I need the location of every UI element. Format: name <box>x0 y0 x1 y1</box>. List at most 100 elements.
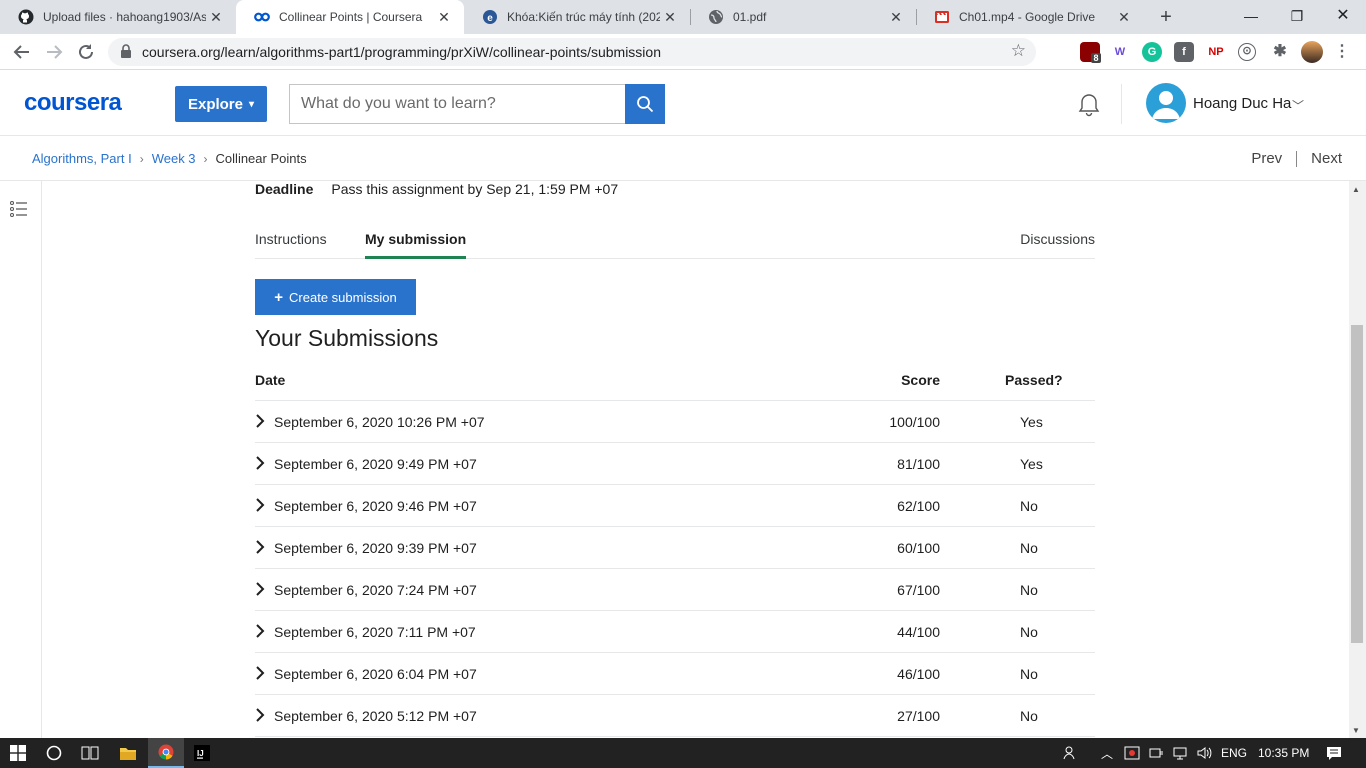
scroll-up-arrow-icon[interactable]: ▲ <box>1352 185 1360 194</box>
browser-tab-khoa[interactable]: e Khóa:Kiến trúc máy tính (2021( ✕ <box>464 0 690 34</box>
table-row[interactable]: September 6, 2020 9:39 PM +07 60/100 No <box>255 527 1095 569</box>
puzzle-extensions-icon[interactable]: ✱ <box>1270 42 1290 62</box>
notifications-bell-icon[interactable] <box>1076 92 1102 118</box>
github-icon <box>18 9 34 25</box>
chevron-right-icon[interactable] <box>255 414 265 428</box>
file-explorer-icon[interactable] <box>110 738 146 768</box>
avatar[interactable] <box>1146 83 1186 123</box>
browser-tab-pdf[interactable]: 01.pdf ✕ <box>690 0 916 34</box>
pin-extension-icon[interactable]: ⊙ <box>1238 43 1256 61</box>
reload-icon[interactable] <box>74 40 98 64</box>
tab-title: Ch01.mp4 - Google Drive <box>959 10 1096 24</box>
table-row[interactable]: September 6, 2020 7:24 PM +07 67/100 No <box>255 569 1095 611</box>
chevron-right-icon[interactable] <box>255 582 265 596</box>
submission-date: September 6, 2020 7:11 PM +07 <box>274 624 476 640</box>
forward-arrow-icon[interactable] <box>42 40 66 64</box>
submission-passed: No <box>1020 540 1038 556</box>
next-link[interactable]: Next <box>1311 150 1342 167</box>
network-icon[interactable] <box>1169 738 1191 768</box>
close-icon[interactable]: ✕ <box>1114 9 1134 26</box>
close-icon[interactable]: ✕ <box>886 9 906 26</box>
breadcrumb-course[interactable]: Algorithms, Part I <box>32 151 132 166</box>
scrollbar-thumb[interactable] <box>1351 325 1363 643</box>
address-bar[interactable]: coursera.org/learn/algorithms-part1/prog… <box>108 38 1036 66</box>
browser-tab-drive[interactable]: Ch01.mp4 - Google Drive ✕ <box>916 0 1144 34</box>
scroll-down-arrow-icon[interactable]: ▼ <box>1352 726 1360 735</box>
breadcrumb-week[interactable]: Week 3 <box>152 151 196 166</box>
browser-tab-strip: Upload files · hahoang1903/As ✕ Collinea… <box>0 0 1366 34</box>
antivirus-tray-icon[interactable] <box>1121 738 1143 768</box>
restore-icon[interactable]: ❐ <box>1274 0 1320 34</box>
table-row[interactable]: September 6, 2020 7:11 PM +07 44/100 No <box>255 611 1095 653</box>
chevron-right-icon[interactable] <box>255 666 265 680</box>
submission-date: September 6, 2020 7:24 PM +07 <box>274 582 477 598</box>
new-tab-button[interactable]: + <box>1155 6 1177 28</box>
clock[interactable]: 10:35 PM <box>1258 746 1309 760</box>
chevron-right-icon[interactable] <box>255 498 265 512</box>
search-input[interactable]: What do you want to learn? <box>289 84 625 124</box>
power-plug-icon[interactable] <box>1145 738 1167 768</box>
explore-button[interactable]: Explore ▾ <box>175 86 267 122</box>
volume-icon[interactable] <box>1193 738 1215 768</box>
search-button[interactable] <box>625 84 665 124</box>
minimize-icon[interactable]: — <box>1228 0 1274 34</box>
table-row[interactable]: September 6, 2020 5:12 PM +07 27/100 No <box>255 695 1095 737</box>
chrome-taskbar-icon[interactable] <box>148 738 184 768</box>
menu-kebab-icon[interactable]: ⋮ <box>1332 42 1352 62</box>
chevron-down-icon[interactable]: ﹀ <box>1292 97 1304 114</box>
globe-icon <box>708 9 724 25</box>
column-date: Date <box>255 372 286 388</box>
breadcrumb-current: Collinear Points <box>215 151 307 166</box>
browser-tab-github[interactable]: Upload files · hahoang1903/As ✕ <box>0 0 236 34</box>
chevron-right-icon[interactable] <box>255 708 265 722</box>
table-row[interactable]: September 6, 2020 9:49 PM +07 81/100 Yes <box>255 443 1095 485</box>
back-arrow-icon[interactable] <box>10 40 34 64</box>
table-row[interactable]: September 6, 2020 6:04 PM +07 46/100 No <box>255 653 1095 695</box>
nav-divider <box>1296 150 1298 167</box>
close-icon[interactable]: ✕ <box>660 9 680 26</box>
notification-center-icon[interactable] <box>1316 738 1352 768</box>
w-extension-icon[interactable]: W <box>1110 42 1130 62</box>
deadline-text: Pass this assignment by Sep 21, 1:59 PM … <box>331 181 619 197</box>
create-submission-button[interactable]: + Create submission <box>255 279 416 315</box>
bookmark-star-icon[interactable]: ☆ <box>1011 41 1026 61</box>
chevron-up-icon[interactable]: ︿ <box>1096 738 1118 768</box>
create-submission-label: Create submission <box>289 289 397 305</box>
tab-my-submission[interactable]: My submission <box>365 231 467 259</box>
left-rail <box>0 181 42 738</box>
grammarly-icon[interactable]: G <box>1142 42 1162 62</box>
np-extension-icon[interactable]: NP <box>1204 42 1228 62</box>
facebook-icon[interactable]: f <box>1174 42 1194 62</box>
table-row[interactable]: September 6, 2020 10:26 PM +07 100/100 Yes <box>255 401 1095 443</box>
table-row[interactable]: September 6, 2020 9:46 PM +07 62/100 No <box>255 485 1095 527</box>
language-indicator[interactable]: ENG <box>1221 746 1247 760</box>
chevron-right-icon[interactable] <box>255 624 265 638</box>
task-view-icon[interactable] <box>72 738 108 768</box>
ublock-icon[interactable]: 8 <box>1080 42 1101 63</box>
coursera-logo[interactable]: coursera <box>24 89 122 117</box>
submission-score: 60/100 <box>897 540 940 556</box>
windows-start-icon[interactable] <box>0 738 36 768</box>
close-icon[interactable]: ✕ <box>434 9 454 26</box>
browser-tab-coursera[interactable]: Collinear Points | Coursera ✕ <box>236 0 464 34</box>
chevron-right-icon[interactable] <box>255 456 265 470</box>
chevron-right-icon: › <box>139 151 144 166</box>
chevron-right-icon[interactable] <box>255 540 265 554</box>
course-outline-list-icon[interactable] <box>10 201 28 217</box>
submission-score: 46/100 <box>897 666 940 682</box>
intellij-icon[interactable]: IJ <box>184 738 220 768</box>
profile-avatar-icon[interactable] <box>1301 41 1323 63</box>
prev-link[interactable]: Prev <box>1251 150 1282 167</box>
people-icon[interactable] <box>1060 738 1082 768</box>
window-close-icon[interactable]: ✕ <box>1320 0 1366 34</box>
tab-discussions[interactable]: Discussions <box>1020 231 1095 259</box>
column-score: Score <box>901 372 940 388</box>
search-circle-icon[interactable] <box>36 738 72 768</box>
tab-instructions[interactable]: Instructions <box>255 231 327 259</box>
table-header: Date Score Passed? <box>255 367 1095 401</box>
plus-icon: + <box>274 288 284 306</box>
tab-title: Collinear Points | Coursera <box>279 10 423 24</box>
close-icon[interactable]: ✕ <box>206 9 226 26</box>
submission-date: September 6, 2020 6:04 PM +07 <box>274 666 477 682</box>
user-name[interactable]: Hoang Duc Ha <box>1193 95 1291 112</box>
